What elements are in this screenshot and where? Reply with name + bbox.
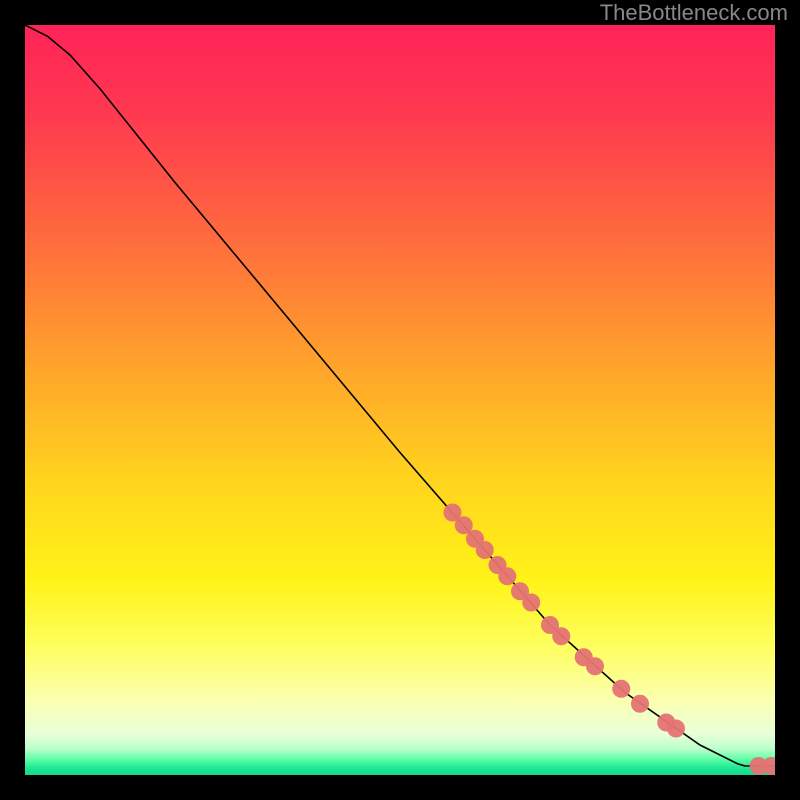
data-marker xyxy=(498,567,516,585)
data-marker xyxy=(667,720,685,738)
data-marker xyxy=(522,594,540,612)
data-marker xyxy=(476,541,494,559)
data-marker xyxy=(586,657,604,675)
data-marker xyxy=(612,680,630,698)
data-marker xyxy=(631,695,649,713)
chart-svg xyxy=(25,25,775,775)
attribution-text: TheBottleneck.com xyxy=(600,0,788,26)
chart-background xyxy=(25,25,775,775)
data-marker xyxy=(552,627,570,645)
